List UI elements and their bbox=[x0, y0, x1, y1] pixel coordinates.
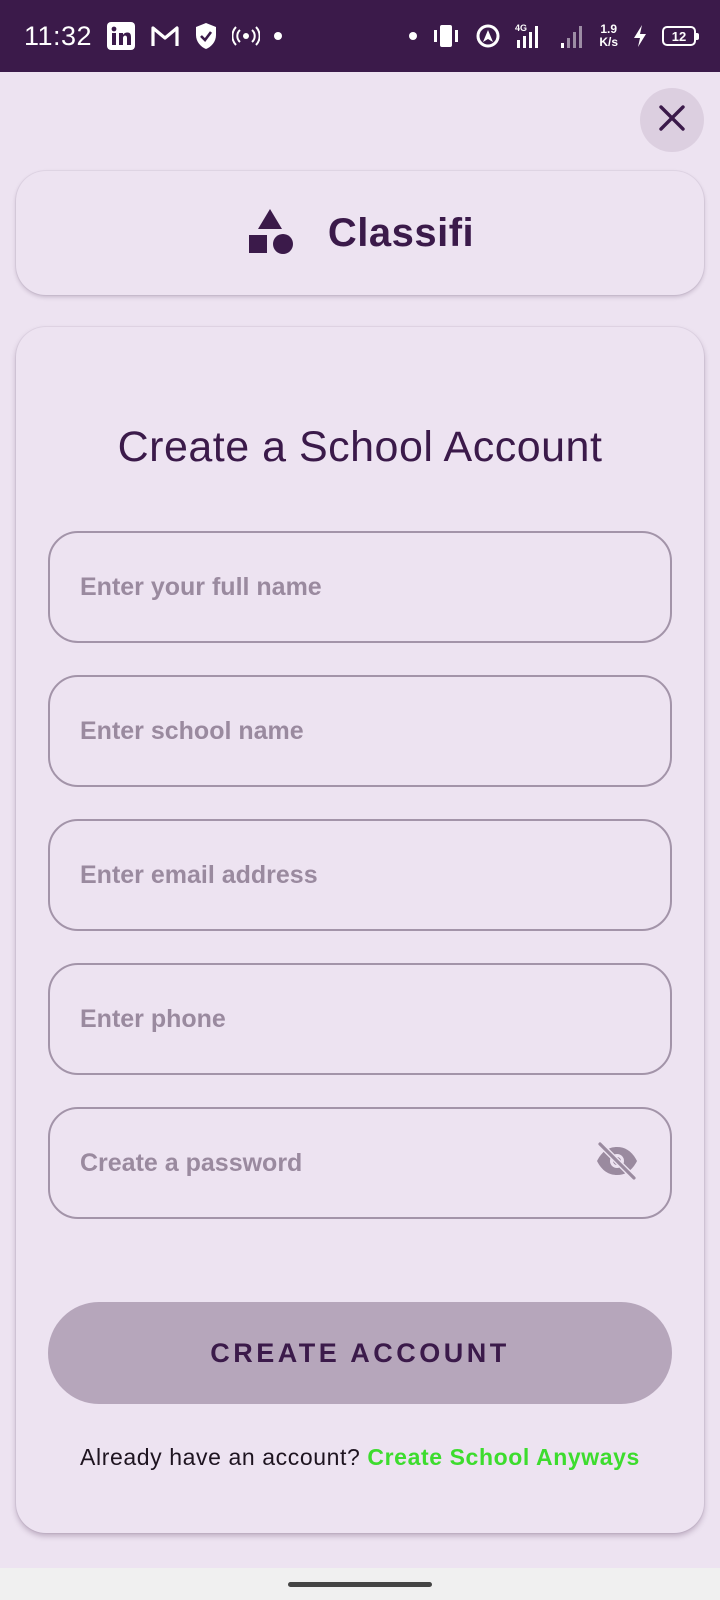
linkedin-icon bbox=[106, 21, 136, 51]
signal-icon bbox=[559, 23, 585, 49]
signal-4g-icon: 4G bbox=[515, 22, 545, 50]
status-bar-right: 4G 1.9 K/s 12 bbox=[409, 22, 699, 50]
create-account-button[interactable]: CREATE ACCOUNT bbox=[48, 1302, 672, 1404]
phone-field[interactable] bbox=[48, 963, 672, 1075]
school-name-field[interactable] bbox=[48, 675, 672, 787]
form-title: Create a School Account bbox=[117, 423, 603, 471]
school-name-input[interactable] bbox=[80, 716, 640, 746]
email-field[interactable] bbox=[48, 819, 672, 931]
brand-header-card: Classifi bbox=[16, 171, 704, 295]
create-school-anyways-link[interactable]: Create School Anyways bbox=[367, 1444, 640, 1470]
status-bar-left: 11:32 bbox=[24, 20, 283, 52]
network-speed-unit: K/s bbox=[599, 35, 618, 49]
navigation-bar bbox=[0, 1568, 720, 1600]
close-icon bbox=[657, 103, 687, 138]
full-name-field[interactable] bbox=[48, 531, 672, 643]
notification-dot bbox=[409, 32, 418, 40]
gmail-icon bbox=[150, 24, 180, 48]
network-speed-value: 1.9 bbox=[600, 22, 617, 36]
password-field[interactable] bbox=[48, 1107, 672, 1219]
login-prompt: Already have an account? Create School A… bbox=[16, 1444, 704, 1471]
vibrate-icon bbox=[431, 23, 461, 49]
email-input[interactable] bbox=[80, 860, 640, 890]
full-name-input[interactable] bbox=[80, 572, 640, 602]
password-input[interactable] bbox=[80, 1148, 594, 1178]
brand-name: Classifi bbox=[327, 210, 475, 255]
password-visibility-toggle[interactable] bbox=[594, 1140, 640, 1186]
home-gesture-handle[interactable] bbox=[288, 1581, 432, 1587]
phone-input[interactable] bbox=[80, 1004, 640, 1034]
shapes-icon bbox=[246, 207, 294, 260]
shield-icon bbox=[194, 22, 218, 50]
close-button[interactable] bbox=[640, 88, 704, 152]
login-prompt-text: Already have an account? bbox=[80, 1444, 361, 1470]
status-time: 11:32 bbox=[24, 20, 93, 51]
notification-dot bbox=[274, 32, 283, 40]
status-bar: 11:32 4G 1.9 K/s 12 bbox=[0, 0, 720, 72]
network-speed: 1.9 K/s bbox=[599, 23, 618, 49]
location-icon bbox=[475, 23, 501, 49]
battery-icon: 12 bbox=[662, 26, 699, 46]
charging-icon bbox=[632, 24, 648, 48]
svg-text:4G: 4G bbox=[515, 23, 527, 33]
signup-form-card: Create a School Account CREATE ACCOUNT bbox=[16, 327, 704, 1533]
hotspot-icon bbox=[232, 25, 261, 47]
eye-off-icon bbox=[594, 1140, 640, 1186]
